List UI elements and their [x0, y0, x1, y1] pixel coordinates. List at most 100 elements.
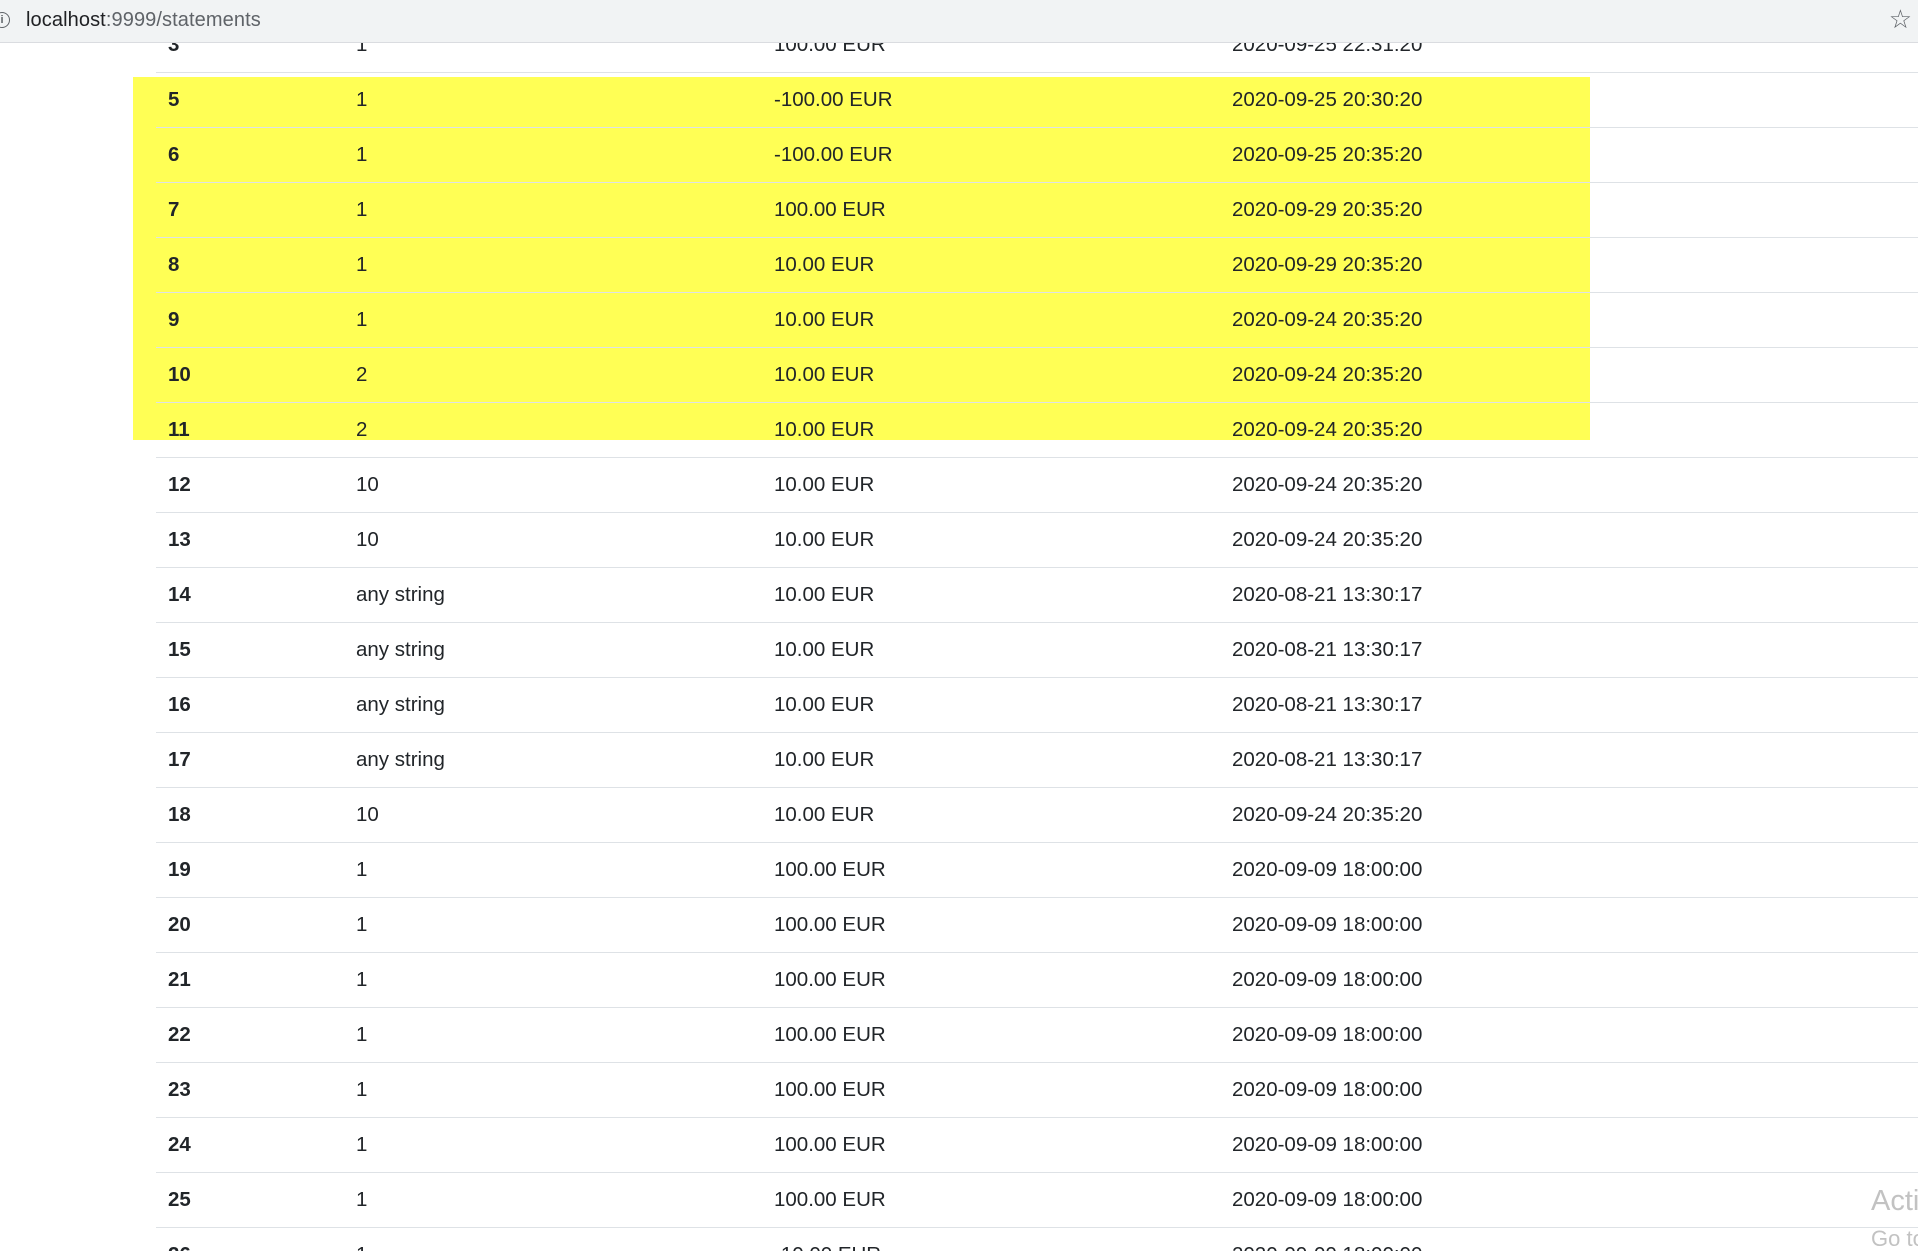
row-amount-cell: 10.00 EUR [762, 677, 1220, 733]
table-row: 8 1 10.00 EUR 2020-09-29 20:35:20 [156, 237, 1918, 293]
row-date-cell: 2020-09-25 22:31:20 [1220, 42, 1918, 73]
table-row: 261-10.00 EUR2020-09-09 18:00:00 [156, 1227, 1918, 1251]
row-id-cell: 26 [156, 1227, 344, 1251]
row-id-cell: 5 [156, 72, 344, 128]
row-amount-cell: 10.00 EUR [762, 347, 1220, 403]
table-row: 9 1 10.00 EUR 2020-09-24 20:35:20 [156, 292, 1918, 348]
row-date-cell: 2020-09-09 18:00:00 [1220, 1172, 1918, 1228]
row-date-cell: 2020-09-24 20:35:20 [1220, 402, 1918, 458]
table-row: 19 1 100.00 EUR 2020-09-09 18:00:00 [156, 842, 1918, 898]
row-id-cell: 21 [156, 952, 344, 1008]
row-date-cell: 2020-09-29 20:35:20 [1220, 237, 1918, 293]
row-id-cell: 12 [156, 457, 344, 513]
row-date-cell: 2020-08-21 13:30:17 [1220, 622, 1918, 678]
row-account-cell: 1 [344, 72, 762, 128]
statements-table-body: 3 1 100.00 EUR 2020-09-25 22:31:20 5 1 -100.00… [156, 42, 1918, 1251]
row-id-cell: 16 [156, 677, 344, 733]
row-account-cell: any string [344, 567, 762, 623]
row-amount-cell: -10.00 EUR [762, 1227, 1220, 1251]
row-date-cell: 2020-08-21 13:30:17 [1220, 567, 1918, 623]
row-account-cell: 10 [344, 512, 762, 568]
table-row: 25 1 100.00 EUR 2020-09-09 18:00:00 [156, 1172, 1918, 1228]
row-id-cell: 24 [156, 1117, 344, 1173]
row-date-cell: 2020-09-09 18:00:00 [1220, 952, 1918, 1008]
row-account-cell: 10 [344, 457, 762, 513]
row-date-cell: 2020-09-09 18:00:00 [1220, 842, 1918, 898]
row-date-cell: 2020-09-24 20:35:20 [1220, 347, 1918, 403]
row-account-cell: 10 [344, 787, 762, 843]
row-amount-cell: 10.00 EUR [762, 292, 1220, 348]
row-date-cell: 2020-09-09 18:00:00 [1220, 1007, 1918, 1063]
row-id-cell: 18 [156, 787, 344, 843]
table-row: 22 1 100.00 EUR 2020-09-09 18:00:00 [156, 1007, 1918, 1063]
row-account-cell: 1 [344, 182, 762, 238]
table-row: 18 10 10.00 EUR 2020-09-24 20:35:20 [156, 787, 1918, 843]
row-date-cell: 2020-09-24 20:35:20 [1220, 292, 1918, 348]
row-amount-cell: 10.00 EUR [762, 787, 1220, 843]
row-id-cell: 15 [156, 622, 344, 678]
row-amount-cell: 10.00 EUR [762, 512, 1220, 568]
row-amount-cell: -100.00 EUR [762, 72, 1220, 128]
row-amount-cell: 100.00 EUR [762, 182, 1220, 238]
row-id-cell: 8 [156, 237, 344, 293]
row-id-cell: 20 [156, 897, 344, 953]
row-amount-cell: 10.00 EUR [762, 622, 1220, 678]
row-amount-cell: 100.00 EUR [762, 1172, 1220, 1228]
row-amount-cell: 100.00 EUR [762, 897, 1220, 953]
row-id-cell: 10 [156, 347, 344, 403]
table-row: 15 any string 10.00 EUR 2020-08-21 13:30:17 [156, 622, 1918, 678]
row-date-cell: 2020-09-09 18:00:00 [1220, 1062, 1918, 1118]
row-date-cell: 2020-09-24 20:35:20 [1220, 787, 1918, 843]
row-id-cell: 22 [156, 1007, 344, 1063]
row-amount-cell: 100.00 EUR [762, 42, 1220, 73]
row-date-cell: 2020-08-21 13:30:17 [1220, 732, 1918, 788]
table-row: 5 1 -100.00 EUR 2020-09-25 20:30:20 [156, 72, 1918, 128]
row-id-cell: 6 [156, 127, 344, 183]
row-date-cell: 2020-09-24 20:35:20 [1220, 457, 1918, 513]
table-row: 21 1 100.00 EUR 2020-09-09 18:00:00 [156, 952, 1918, 1008]
row-amount-cell: 100.00 EUR [762, 1007, 1220, 1063]
page-content: 3 1 100.00 EUR 2020-09-25 22:31:20 5 1 -100.00… [0, 42, 1918, 1251]
row-id-cell: 17 [156, 732, 344, 788]
row-account-cell: 1 [344, 237, 762, 293]
row-date-cell: 2020-08-21 13:30:17 [1220, 677, 1918, 733]
row-amount-cell: 10.00 EUR [762, 732, 1220, 788]
row-amount-cell: -100.00 EUR [762, 127, 1220, 183]
table-row: 7 1 100.00 EUR 2020-09-29 20:35:20 [156, 182, 1918, 238]
row-account-cell: any string [344, 732, 762, 788]
row-account-cell: 2 [344, 402, 762, 458]
row-date-cell: 2020-09-25 20:35:20 [1220, 127, 1918, 183]
row-account-cell: 1 [344, 127, 762, 183]
url-host: localhost [26, 9, 106, 31]
row-date-cell: 2020-09-09 18:00:00 [1220, 1117, 1918, 1173]
table-row: 3 1 100.00 EUR 2020-09-25 22:31:20 [156, 42, 1918, 73]
row-id-cell: 14 [156, 567, 344, 623]
table-row: 23 1 100.00 EUR 2020-09-09 18:00:00 [156, 1062, 1918, 1118]
star-icon[interactable]: ☆ [1889, 4, 1912, 35]
info-icon[interactable]: i [0, 12, 10, 28]
table-row: 13 10 10.00 EUR 2020-09-24 20:35:20 [156, 512, 1918, 568]
table-row: 17 any string 10.00 EUR 2020-08-21 13:30:17 [156, 732, 1918, 788]
row-amount-cell: 100.00 EUR [762, 952, 1220, 1008]
row-id-cell: 19 [156, 842, 344, 898]
row-id-cell: 7 [156, 182, 344, 238]
url-field[interactable]: localhost:9999/statements [26, 9, 261, 32]
row-date-cell: 2020-09-09 18:00:00 [1220, 1227, 1918, 1251]
row-amount-cell: 10.00 EUR [762, 567, 1220, 623]
table-row: 10 2 10.00 EUR 2020-09-24 20:35:20 [156, 347, 1918, 403]
row-account-cell: 1 [344, 897, 762, 953]
activate-windows-watermark: Acti [1871, 1185, 1918, 1217]
row-account-cell: any string [344, 622, 762, 678]
row-id-cell: 9 [156, 292, 344, 348]
statements-table: 3 1 100.00 EUR 2020-09-25 22:31:20 5 1 -100.00… [156, 42, 1918, 1251]
row-id-cell: 13 [156, 512, 344, 568]
row-account-cell: 1 [344, 952, 762, 1008]
row-account-cell: 1 [344, 1007, 762, 1063]
row-amount-cell: 100.00 EUR [762, 1117, 1220, 1173]
row-date-cell: 2020-09-24 20:35:20 [1220, 512, 1918, 568]
table-row: 11 2 10.00 EUR 2020-09-24 20:35:20 [156, 402, 1918, 458]
row-account-cell: 1 [344, 292, 762, 348]
row-account-cell: 1 [344, 1062, 762, 1118]
row-amount-cell: 10.00 EUR [762, 457, 1220, 513]
row-account-cell: 1 [344, 42, 762, 73]
